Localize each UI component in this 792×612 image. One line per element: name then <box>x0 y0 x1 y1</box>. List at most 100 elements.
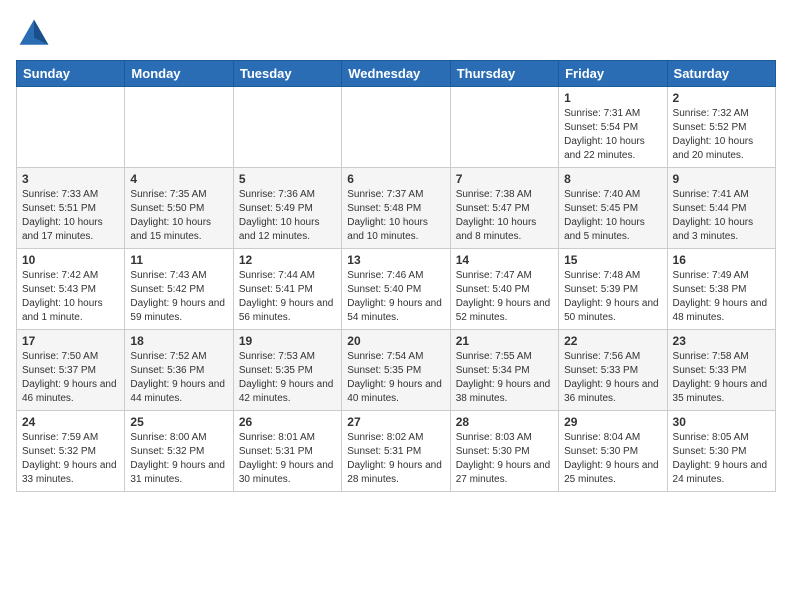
calendar-cell: 10Sunrise: 7:42 AM Sunset: 5:43 PM Dayli… <box>17 249 125 330</box>
day-of-week-header: Monday <box>125 61 233 87</box>
calendar-cell: 20 Sunrise: 7:54 AM Sunset: 5:35 PM Dayli… <box>342 330 450 411</box>
calendar-week-row: 10Sunrise: 7:42 AM Sunset: 5:43 PM Dayli… <box>17 249 776 330</box>
calendar-cell: 24 Sunrise: 7:59 AM Sunset: 5:32 PM Dayli… <box>17 411 125 492</box>
calendar-table: SundayMondayTuesdayWednesdayThursdayFrid… <box>16 60 776 492</box>
day-info: Sunrise: 8:03 AM Sunset: 5:30 PM Dayligh… <box>456 431 553 487</box>
day-number: 2 <box>673 91 770 105</box>
day-info: Sunrise: 7:49 AM Sunset: 5:38 PM Dayligh… <box>673 269 770 325</box>
day-info: Sunrise: 7:54 AM Sunset: 5:35 PM Dayligh… <box>347 350 444 406</box>
day-info: Sunrise: 7:50 AM Sunset: 5:37 PM Dayligh… <box>22 350 119 406</box>
day-number: 19 <box>239 334 336 348</box>
calendar-week-row: 1 Sunrise: 7:31 AM Sunset: 5:54 PM Daylig… <box>17 87 776 168</box>
calendar-week-row: 17 Sunrise: 7:50 AM Sunset: 5:37 PM Dayli… <box>17 330 776 411</box>
day-number: 17 <box>22 334 119 348</box>
day-info: Sunrise: 8:04 AM Sunset: 5:30 PM Dayligh… <box>564 431 661 487</box>
calendar-week-row: 24 Sunrise: 7:59 AM Sunset: 5:32 PM Dayli… <box>17 411 776 492</box>
day-info: Sunrise: 7:58 AM Sunset: 5:33 PM Dayligh… <box>673 350 770 406</box>
day-info: Sunrise: 8:01 AM Sunset: 5:31 PM Dayligh… <box>239 431 336 487</box>
day-info: Sunrise: 7:55 AM Sunset: 5:34 PM Dayligh… <box>456 350 553 406</box>
logo <box>16 16 56 52</box>
day-number: 11 <box>130 253 227 267</box>
calendar-cell: 3Sunrise: 7:33 AM Sunset: 5:51 PM Daylig… <box>17 168 125 249</box>
calendar-cell: 2 Sunrise: 7:32 AM Sunset: 5:52 PM Daylig… <box>667 87 775 168</box>
day-number: 23 <box>673 334 770 348</box>
calendar-cell: 13Sunrise: 7:46 AM Sunset: 5:40 PM Dayli… <box>342 249 450 330</box>
calendar-cell: 23 Sunrise: 7:58 AM Sunset: 5:33 PM Dayli… <box>667 330 775 411</box>
day-number: 4 <box>130 172 227 186</box>
calendar-cell: 30 Sunrise: 8:05 AM Sunset: 5:30 PM Dayli… <box>667 411 775 492</box>
day-info: Sunrise: 7:47 AM Sunset: 5:40 PM Dayligh… <box>456 269 553 325</box>
day-number: 30 <box>673 415 770 429</box>
day-info: Sunrise: 7:56 AM Sunset: 5:33 PM Dayligh… <box>564 350 661 406</box>
calendar-cell: 18 Sunrise: 7:52 AM Sunset: 5:36 PM Dayli… <box>125 330 233 411</box>
calendar-cell: 25Sunrise: 8:00 AM Sunset: 5:32 PM Dayli… <box>125 411 233 492</box>
day-info: Sunrise: 7:46 AM Sunset: 5:40 PM Dayligh… <box>347 269 444 325</box>
day-number: 8 <box>564 172 661 186</box>
day-of-week-header: Sunday <box>17 61 125 87</box>
day-info: Sunrise: 7:52 AM Sunset: 5:36 PM Dayligh… <box>130 350 227 406</box>
calendar-cell <box>125 87 233 168</box>
day-number: 1 <box>564 91 661 105</box>
day-number: 18 <box>130 334 227 348</box>
calendar-cell: 4 Sunrise: 7:35 AM Sunset: 5:50 PM Daylig… <box>125 168 233 249</box>
calendar-cell: 19 Sunrise: 7:53 AM Sunset: 5:35 PM Dayli… <box>233 330 341 411</box>
day-info: Sunrise: 7:32 AM Sunset: 5:52 PM Dayligh… <box>673 107 770 163</box>
day-number: 24 <box>22 415 119 429</box>
day-number: 29 <box>564 415 661 429</box>
day-number: 28 <box>456 415 553 429</box>
calendar-header-row: SundayMondayTuesdayWednesdayThursdayFrid… <box>17 61 776 87</box>
calendar-cell <box>342 87 450 168</box>
day-of-week-header: Thursday <box>450 61 558 87</box>
day-info: Sunrise: 8:02 AM Sunset: 5:31 PM Dayligh… <box>347 431 444 487</box>
day-number: 7 <box>456 172 553 186</box>
day-of-week-header: Tuesday <box>233 61 341 87</box>
calendar-cell: 16 Sunrise: 7:49 AM Sunset: 5:38 PM Dayli… <box>667 249 775 330</box>
calendar-cell: 22Sunrise: 7:56 AM Sunset: 5:33 PM Dayli… <box>559 330 667 411</box>
calendar-cell <box>450 87 558 168</box>
calendar-cell: 8Sunrise: 7:40 AM Sunset: 5:45 PM Daylig… <box>559 168 667 249</box>
calendar-cell: 27 Sunrise: 8:02 AM Sunset: 5:31 PM Dayli… <box>342 411 450 492</box>
day-info: Sunrise: 8:05 AM Sunset: 5:30 PM Dayligh… <box>673 431 770 487</box>
calendar-cell: 11 Sunrise: 7:43 AM Sunset: 5:42 PM Dayli… <box>125 249 233 330</box>
day-info: Sunrise: 7:35 AM Sunset: 5:50 PM Dayligh… <box>130 188 227 244</box>
day-info: Sunrise: 7:44 AM Sunset: 5:41 PM Dayligh… <box>239 269 336 325</box>
day-number: 9 <box>673 172 770 186</box>
day-info: Sunrise: 7:43 AM Sunset: 5:42 PM Dayligh… <box>130 269 227 325</box>
day-info: Sunrise: 7:48 AM Sunset: 5:39 PM Dayligh… <box>564 269 661 325</box>
calendar-cell: 12 Sunrise: 7:44 AM Sunset: 5:41 PM Dayli… <box>233 249 341 330</box>
calendar-cell: 6Sunrise: 7:37 AM Sunset: 5:48 PM Daylig… <box>342 168 450 249</box>
day-of-week-header: Saturday <box>667 61 775 87</box>
calendar-cell: 15 Sunrise: 7:48 AM Sunset: 5:39 PM Dayli… <box>559 249 667 330</box>
day-number: 6 <box>347 172 444 186</box>
calendar-cell <box>17 87 125 168</box>
day-number: 14 <box>456 253 553 267</box>
day-number: 26 <box>239 415 336 429</box>
calendar-cell: 29 Sunrise: 8:04 AM Sunset: 5:30 PM Dayli… <box>559 411 667 492</box>
calendar-cell: 14 Sunrise: 7:47 AM Sunset: 5:40 PM Dayli… <box>450 249 558 330</box>
day-number: 25 <box>130 415 227 429</box>
day-info: Sunrise: 7:36 AM Sunset: 5:49 PM Dayligh… <box>239 188 336 244</box>
day-number: 3 <box>22 172 119 186</box>
calendar-cell: 17 Sunrise: 7:50 AM Sunset: 5:37 PM Dayli… <box>17 330 125 411</box>
calendar-cell: 5Sunrise: 7:36 AM Sunset: 5:49 PM Daylig… <box>233 168 341 249</box>
day-info: Sunrise: 7:41 AM Sunset: 5:44 PM Dayligh… <box>673 188 770 244</box>
day-number: 16 <box>673 253 770 267</box>
day-number: 15 <box>564 253 661 267</box>
logo-icon <box>16 16 52 52</box>
day-number: 20 <box>347 334 444 348</box>
calendar-cell: 21Sunrise: 7:55 AM Sunset: 5:34 PM Dayli… <box>450 330 558 411</box>
calendar-cell: 9 Sunrise: 7:41 AM Sunset: 5:44 PM Daylig… <box>667 168 775 249</box>
calendar-week-row: 3Sunrise: 7:33 AM Sunset: 5:51 PM Daylig… <box>17 168 776 249</box>
calendar-cell: 28 Sunrise: 8:03 AM Sunset: 5:30 PM Dayli… <box>450 411 558 492</box>
calendar-cell: 26 Sunrise: 8:01 AM Sunset: 5:31 PM Dayli… <box>233 411 341 492</box>
day-info: Sunrise: 7:59 AM Sunset: 5:32 PM Dayligh… <box>22 431 119 487</box>
day-info: Sunrise: 7:31 AM Sunset: 5:54 PM Dayligh… <box>564 107 661 163</box>
day-info: Sunrise: 7:38 AM Sunset: 5:47 PM Dayligh… <box>456 188 553 244</box>
day-number: 12 <box>239 253 336 267</box>
day-number: 27 <box>347 415 444 429</box>
calendar-cell: 7 Sunrise: 7:38 AM Sunset: 5:47 PM Daylig… <box>450 168 558 249</box>
day-of-week-header: Friday <box>559 61 667 87</box>
day-info: Sunrise: 7:53 AM Sunset: 5:35 PM Dayligh… <box>239 350 336 406</box>
day-info: Sunrise: 7:42 AM Sunset: 5:43 PM Dayligh… <box>22 269 119 325</box>
page-header <box>16 16 776 52</box>
